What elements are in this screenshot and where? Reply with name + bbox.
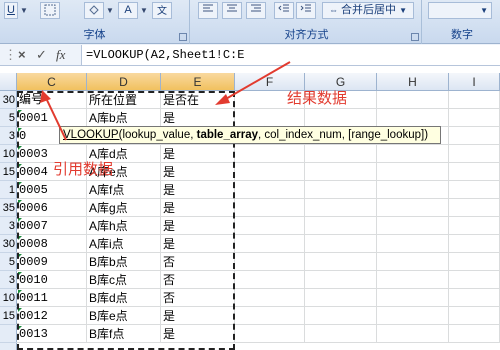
annotation-arrows [40, 61, 291, 141]
arrow-to-result-column [215, 61, 291, 105]
arrow-to-reference-column [40, 90, 67, 141]
